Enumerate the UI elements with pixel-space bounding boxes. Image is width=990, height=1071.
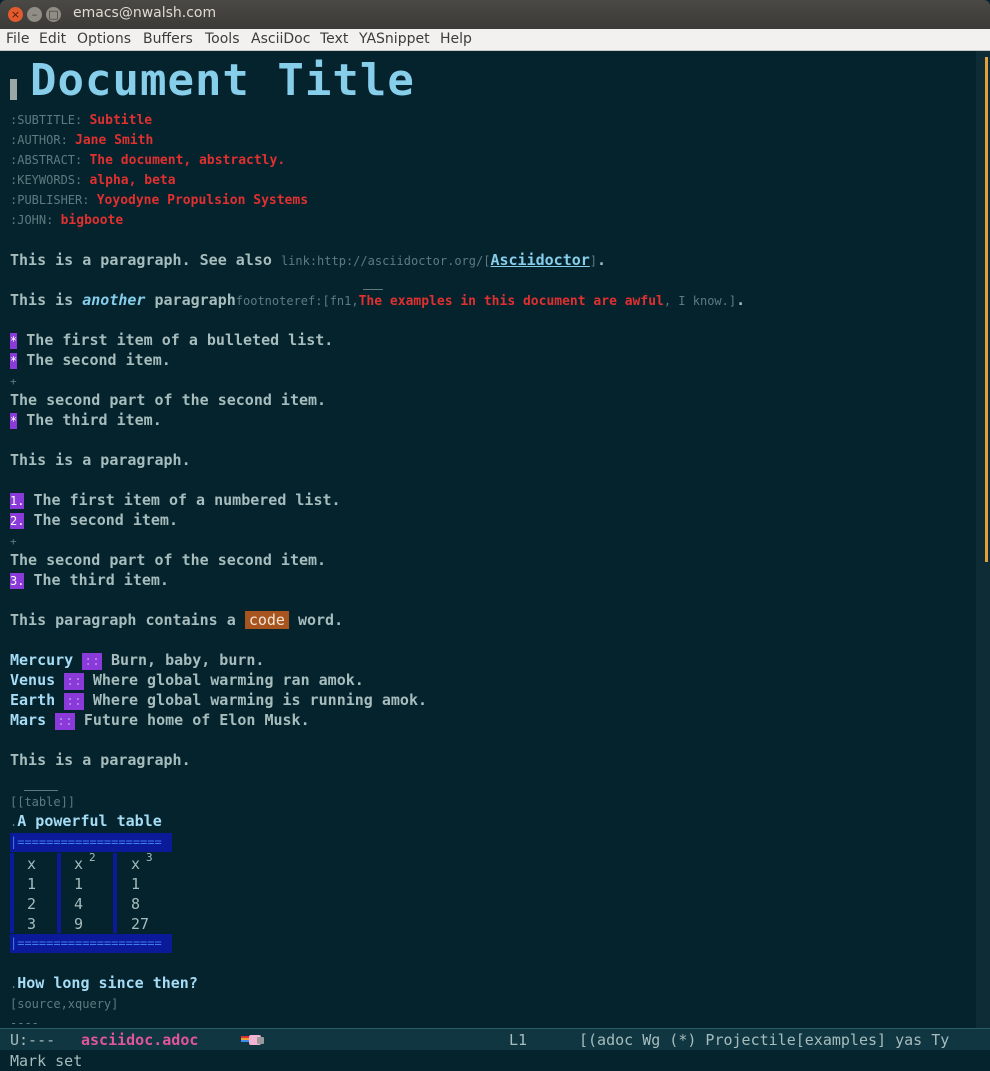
table-header-cell[interactable]: x: [27, 855, 36, 873]
table-header-cell[interactable]: x: [131, 855, 140, 873]
menu-text[interactable]: Text: [320, 31, 348, 47]
numbered-item-1[interactable]: 1. The first item of a numbered list.: [10, 491, 341, 509]
paragraph-1[interactable]: This is a paragraph. See also link:http:…: [10, 251, 606, 269]
menu-bar: File Edit Options Buffers Tools AsciiDoc…: [0, 29, 990, 51]
scrollbar-thumb[interactable]: [985, 57, 988, 562]
bullet-marker: *: [10, 333, 18, 349]
superscript: 2: [89, 851, 96, 864]
table-border-top: |====================: [10, 833, 172, 852]
source-caption[interactable]: .How long since then?: [10, 974, 198, 992]
number-marker: 3.: [10, 573, 25, 589]
mode-line: U:--- asciidoc.adoc L1 [(adoc Wg (*) Pro…: [0, 1028, 990, 1050]
emphasis-text: another: [82, 291, 146, 309]
bullet-item-2[interactable]: * The second item.: [10, 351, 171, 369]
menu-file[interactable]: File: [6, 31, 29, 47]
table-col-separator: [113, 853, 117, 933]
list-continuation: +: [10, 375, 17, 388]
superscript: 3: [146, 851, 153, 864]
dlist-item-earth[interactable]: Earth :: Where global warming is running…: [10, 691, 427, 710]
table-cell[interactable]: 2: [27, 895, 36, 913]
minibuffer-message: Mark set: [10, 1052, 83, 1070]
buffer-name[interactable]: asciidoc.adoc: [81, 1031, 198, 1049]
listing-delimiter: ----: [10, 1016, 39, 1026]
meta-john[interactable]: :JOHN: bigboote: [10, 213, 123, 228]
table-cell[interactable]: 1: [131, 875, 140, 893]
meta-publisher[interactable]: :PUBLISHER: Yoyodyne Propulsion Systems: [10, 193, 308, 208]
dlist-item-mercury[interactable]: Mercury :: Burn, baby, burn.: [10, 651, 264, 670]
menu-yasnippet[interactable]: YASnippet: [359, 31, 430, 47]
buffer-status: U:---: [10, 1031, 56, 1049]
minor-modes[interactable]: [(adoc Wg (*) Projectile[examples] yas T…: [579, 1031, 949, 1049]
nyan-cat-icon: [241, 1035, 264, 1045]
numbered-continuation[interactable]: The second part of the second item.: [10, 551, 326, 569]
window-title: emacs@nwalsh.com: [73, 5, 217, 21]
number-marker: 1.: [10, 493, 25, 509]
table-cell[interactable]: 3: [27, 915, 36, 933]
table-col-separator: [57, 853, 61, 933]
table-anchor[interactable]: [[table]]: [10, 795, 75, 809]
menu-edit[interactable]: Edit: [39, 31, 66, 47]
bullet-marker: *: [10, 413, 18, 429]
meta-author[interactable]: :AUTHOR: Jane Smith: [10, 133, 153, 148]
menu-options[interactable]: Options: [77, 31, 131, 47]
table-cell[interactable]: 4: [74, 895, 83, 913]
asciidoctor-link[interactable]: Asciidoctor: [490, 251, 589, 269]
paragraph-2[interactable]: This is another paragraphfootnoteref:[fn…: [10, 291, 745, 309]
minibuffer[interactable]: Mark set: [0, 1050, 990, 1071]
table-caption[interactable]: .A powerful table: [10, 812, 162, 830]
table-cell[interactable]: 9: [74, 915, 83, 933]
menu-help[interactable]: Help: [440, 31, 472, 47]
table-col-separator: [10, 853, 14, 933]
table-cell[interactable]: 27: [131, 915, 149, 933]
line-number: L1: [509, 1031, 528, 1049]
list-continuation: +: [10, 535, 17, 548]
document-title[interactable]: Document Title: [30, 55, 415, 106]
meta-keywords[interactable]: :KEYWORDS: alpha, beta: [10, 173, 176, 188]
source-attribute[interactable]: [source,xquery]: [10, 997, 118, 1011]
bullet-item-3[interactable]: * The third item.: [10, 411, 162, 429]
paragraph-4[interactable]: This is a paragraph.: [10, 751, 191, 769]
table-cell[interactable]: 1: [27, 875, 36, 893]
dlist-item-venus[interactable]: Venus :: Where global warming ran amok.: [10, 671, 364, 690]
numbered-item-3[interactable]: 3. The third item.: [10, 571, 169, 589]
anchor-overline: [24, 790, 58, 791]
inline-code: code: [244, 611, 289, 629]
meta-abstract[interactable]: :ABSTRACT: The document, abstractly.: [10, 153, 285, 168]
code-paragraph[interactable]: This paragraph contains a code word.: [10, 611, 343, 629]
menu-asciidoc[interactable]: AsciiDoc: [251, 31, 310, 47]
menu-tools[interactable]: Tools: [205, 31, 240, 47]
dlist-item-mars[interactable]: Mars :: Future home of Elon Musk.: [10, 711, 310, 730]
meta-subtitle[interactable]: :SUBTITLE: Subtitle: [10, 113, 152, 128]
bullet-marker: *: [10, 353, 18, 369]
window-titlebar: × – □ emacs@nwalsh.com: [0, 0, 990, 29]
table-cell[interactable]: 8: [131, 895, 140, 913]
table-border-bottom: |====================: [10, 934, 172, 953]
table-header-cell[interactable]: x: [74, 855, 83, 873]
bullet-item-1[interactable]: * The first item of a bulleted list.: [10, 331, 333, 349]
close-window-icon[interactable]: ×: [8, 7, 23, 22]
footnote-overline: [363, 289, 383, 290]
text-cursor: [10, 79, 17, 100]
bullet-continuation[interactable]: The second part of the second item.: [10, 391, 326, 409]
numbered-item-2[interactable]: 2. The second item.: [10, 511, 178, 529]
minimize-window-icon[interactable]: –: [27, 7, 42, 22]
number-marker: 2.: [10, 513, 25, 529]
menu-buffers[interactable]: Buffers: [143, 31, 193, 47]
table-cell[interactable]: 1: [74, 875, 83, 893]
paragraph-3[interactable]: This is a paragraph.: [10, 451, 191, 469]
maximize-window-icon[interactable]: □: [46, 7, 61, 22]
